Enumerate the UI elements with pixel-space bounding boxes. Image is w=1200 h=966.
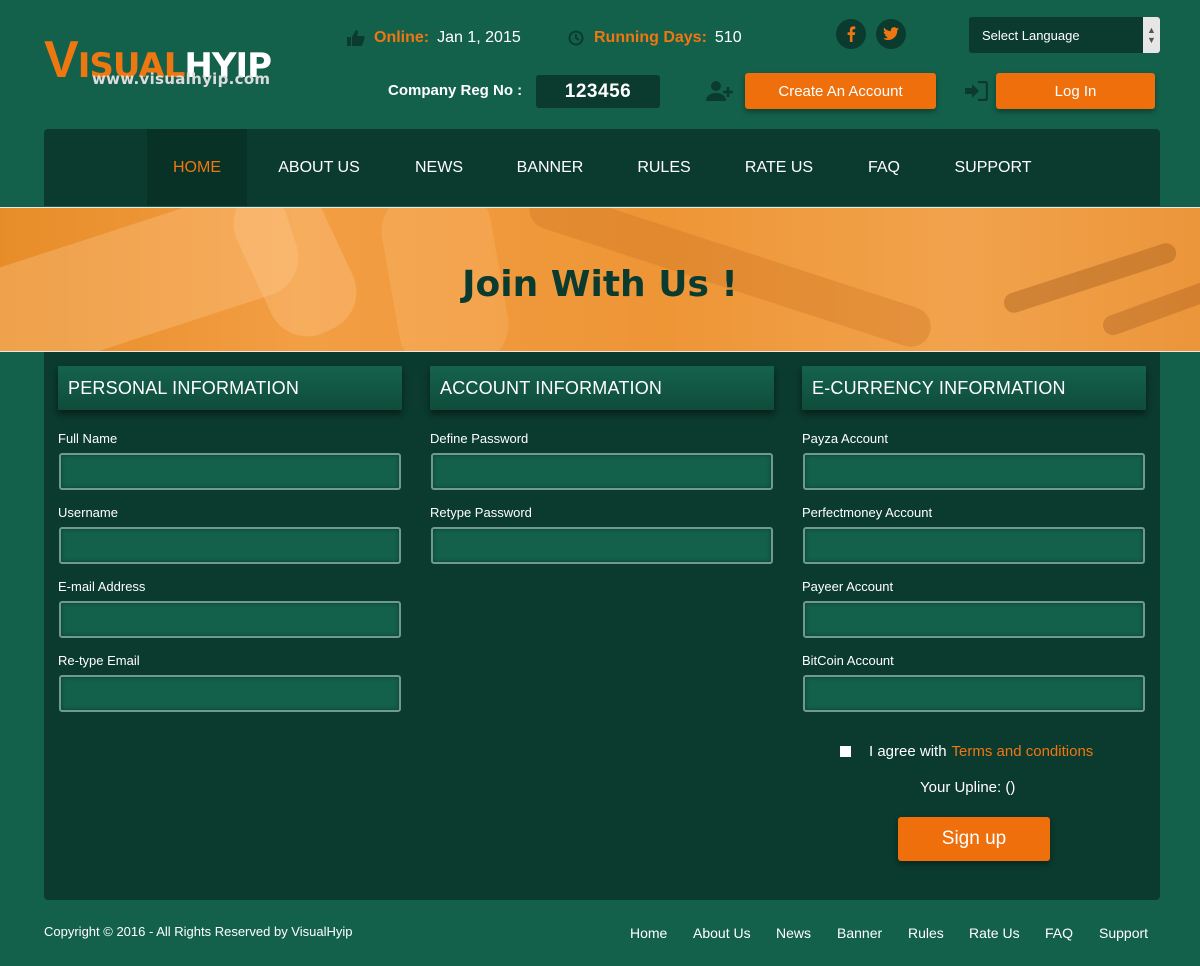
- section-heading: ACCOUNT INFORMATION: [430, 366, 774, 410]
- facebook-icon[interactable]: [836, 19, 866, 49]
- clock-icon: [566, 28, 586, 48]
- section-heading: PERSONAL INFORMATION: [58, 366, 402, 410]
- company-reg-value: 123456: [536, 75, 660, 108]
- retype-password-group: Retype Password: [430, 505, 774, 564]
- nav-item-rules[interactable]: RULES: [626, 129, 702, 206]
- footer-link-support[interactable]: Support: [1099, 925, 1148, 941]
- bitcoin-group: BitCoin Account: [802, 653, 1146, 712]
- email-group: E-mail Address: [58, 579, 402, 638]
- section-heading: E-CURRENCY INFORMATION: [802, 366, 1146, 410]
- online-label: Online:: [374, 29, 430, 46]
- footer-link-faq[interactable]: FAQ: [1045, 925, 1073, 941]
- running-days: Running Days: 510: [566, 28, 742, 48]
- ecurrency-info-section: E-CURRENCY INFORMATION Payza Account Per…: [802, 366, 1146, 712]
- password-field[interactable]: [431, 453, 773, 490]
- retype-password-field[interactable]: [431, 527, 773, 564]
- main-nav: HOME ABOUT US NEWS BANNER RULES RATE US …: [44, 129, 1160, 206]
- logo-url: www.visualhyip.com: [92, 70, 271, 88]
- running-value: 510: [714, 29, 742, 46]
- signup-button[interactable]: Sign up: [898, 817, 1050, 861]
- hero-banner: Join With Us !: [0, 207, 1200, 352]
- field-label: E-mail Address: [58, 579, 146, 594]
- footer-link-rules[interactable]: Rules: [908, 925, 944, 941]
- bitcoin-field[interactable]: [803, 675, 1145, 712]
- create-account-button[interactable]: Create An Account: [745, 73, 936, 109]
- footer-link-home[interactable]: Home: [630, 925, 667, 941]
- nav-item-support[interactable]: SUPPORT: [944, 129, 1042, 206]
- page-title: Join With Us !: [462, 264, 738, 305]
- thumbs-up-icon: [346, 28, 366, 48]
- username-field[interactable]: [59, 527, 401, 564]
- terms-link[interactable]: Terms and conditions: [952, 743, 1094, 760]
- sign-in-icon: [962, 79, 990, 103]
- perfectmoney-field[interactable]: [803, 527, 1145, 564]
- copyright: Copyright © 2016 - All Rights Reserved b…: [44, 924, 353, 939]
- chevron-updown-icon: ▲ ▼: [1143, 17, 1160, 53]
- field-label: Payeer Account: [802, 579, 894, 594]
- company-reg-label: Company Reg No :: [388, 82, 523, 99]
- retype-email-field[interactable]: [59, 675, 401, 712]
- field-label: Username: [58, 505, 118, 520]
- online-since: Online: Jan 1, 2015: [346, 28, 521, 48]
- nav-item-faq[interactable]: FAQ: [856, 129, 912, 206]
- perfectmoney-group: Perfectmoney Account: [802, 505, 1146, 564]
- field-label: Perfectmoney Account: [802, 505, 933, 520]
- field-label: Full Name: [58, 431, 118, 446]
- nav-item-news[interactable]: NEWS: [404, 129, 474, 206]
- account-info-section: ACCOUNT INFORMATION Define Password Rety…: [430, 366, 774, 564]
- field-label: Payza Account: [802, 431, 888, 446]
- online-value: Jan 1, 2015: [437, 29, 521, 46]
- registration-panel: PERSONAL INFORMATION Full Name Username …: [44, 352, 1160, 900]
- full-name-field[interactable]: [59, 453, 401, 490]
- nav-item-home[interactable]: HOME: [147, 129, 247, 206]
- twitter-icon[interactable]: [876, 19, 906, 49]
- logo-letter: V: [44, 31, 79, 89]
- language-select[interactable]: Select Language ▲ ▼: [969, 17, 1160, 53]
- nav-item-banner[interactable]: BANNER: [504, 129, 596, 206]
- terms-checkbox[interactable]: [840, 746, 851, 757]
- username-group: Username: [58, 505, 402, 564]
- upline-text: Your Upline: (): [920, 779, 1016, 796]
- payza-field[interactable]: [803, 453, 1145, 490]
- field-label: Define Password: [430, 431, 529, 446]
- footer-link-banner[interactable]: Banner: [837, 925, 882, 941]
- personal-info-section: PERSONAL INFORMATION Full Name Username …: [58, 366, 402, 712]
- footer-link-about-us[interactable]: About Us: [693, 925, 751, 941]
- payza-group: Payza Account: [802, 431, 1146, 490]
- add-user-icon: [706, 79, 734, 103]
- running-label: Running Days:: [594, 29, 707, 46]
- language-select-value: Select Language: [982, 27, 1080, 43]
- full-name-group: Full Name: [58, 431, 402, 490]
- retype-email-group: Re-type Email: [58, 653, 402, 712]
- email-field[interactable]: [59, 601, 401, 638]
- footer-link-news[interactable]: News: [776, 925, 811, 941]
- password-group: Define Password: [430, 431, 774, 490]
- agree-text: I agree with: [869, 743, 947, 760]
- field-label: BitCoin Account: [802, 653, 894, 668]
- payeer-group: Payeer Account: [802, 579, 1146, 638]
- logo[interactable]: VISUALHYIP www.visualhyip.com: [44, 34, 284, 98]
- payeer-field[interactable]: [803, 601, 1145, 638]
- field-label: Re-type Email: [58, 653, 140, 668]
- nav-item-rate-us[interactable]: RATE US: [734, 129, 824, 206]
- login-button[interactable]: Log In: [996, 73, 1155, 109]
- terms-agreement: I agree with Terms and conditions: [840, 743, 1093, 760]
- field-label: Retype Password: [430, 505, 532, 520]
- nav-item-about-us[interactable]: ABOUT US: [264, 129, 374, 206]
- footer-link-rate-us[interactable]: Rate Us: [969, 925, 1020, 941]
